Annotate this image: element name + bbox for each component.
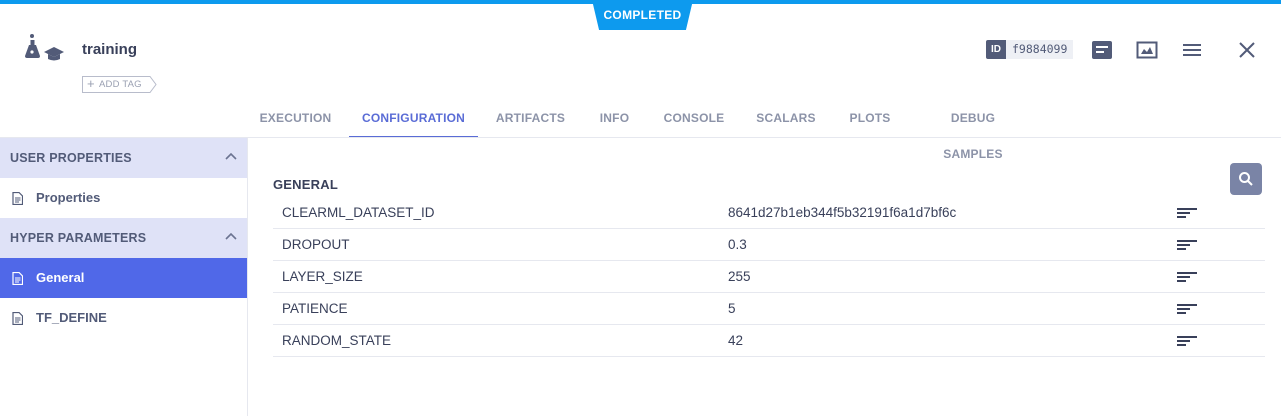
info-panel-icon[interactable] bbox=[1091, 40, 1113, 60]
tab-execution[interactable]: EXECUTION bbox=[248, 100, 343, 138]
chevron-up-icon[interactable] bbox=[225, 232, 237, 240]
section-heading: GENERAL bbox=[273, 177, 338, 192]
param-row: LAYER_SIZE 255 bbox=[273, 261, 1265, 293]
document-icon bbox=[12, 192, 23, 205]
search-button[interactable] bbox=[1230, 163, 1262, 195]
status-badge: COMPLETED bbox=[592, 0, 693, 30]
param-name: CLEARML_DATASET_ID bbox=[282, 205, 435, 220]
param-row: CLEARML_DATASET_ID 8641d27b1eb344f5b3219… bbox=[273, 197, 1265, 229]
param-name: LAYER_SIZE bbox=[282, 269, 363, 284]
search-icon bbox=[1239, 172, 1253, 186]
experiment-flask-icon bbox=[25, 34, 64, 61]
tab-scalars[interactable]: SCALARS bbox=[754, 100, 818, 138]
tab-info[interactable]: INFO bbox=[592, 100, 637, 138]
section-title: USER PROPERTIES bbox=[10, 151, 132, 165]
tab-artifacts[interactable]: ARTIFACTS bbox=[488, 100, 573, 138]
section-hyper-parameters[interactable]: HYPER PARAMETERS bbox=[0, 218, 247, 258]
document-icon bbox=[12, 312, 23, 325]
id-value: f9884099 bbox=[1006, 40, 1074, 59]
menu-icon[interactable] bbox=[1181, 40, 1203, 60]
sidebar-item-properties[interactable]: Properties bbox=[0, 178, 247, 218]
close-icon[interactable] bbox=[1236, 40, 1258, 60]
param-row: DROPOUT 0.3 bbox=[273, 229, 1265, 261]
plus-icon: + bbox=[87, 76, 95, 91]
section-title: HYPER PARAMETERS bbox=[10, 231, 147, 245]
description-icon[interactable] bbox=[1176, 271, 1198, 283]
tab-configuration[interactable]: CONFIGURATION bbox=[349, 100, 478, 138]
tab-debug-samples[interactable]: DEBUG SAMPLES bbox=[923, 100, 1023, 161]
sidebar-item-label: TF_DEFINE bbox=[36, 310, 107, 325]
chevron-up-icon[interactable] bbox=[225, 152, 237, 160]
image-chart-icon[interactable] bbox=[1136, 40, 1158, 60]
add-tag-label: ADD TAG bbox=[99, 79, 142, 90]
section-user-properties[interactable]: USER PROPERTIES bbox=[0, 138, 247, 178]
param-value: 8641d27b1eb344f5b32191f6a1d7bf6c bbox=[728, 205, 957, 220]
description-icon[interactable] bbox=[1176, 239, 1198, 251]
param-name: RANDOM_STATE bbox=[282, 333, 392, 348]
param-value: 255 bbox=[728, 269, 751, 284]
task-id[interactable]: ID f9884099 bbox=[986, 40, 1074, 59]
description-icon[interactable] bbox=[1176, 335, 1198, 347]
param-value: 5 bbox=[728, 301, 736, 316]
tab-plots[interactable]: PLOTS bbox=[845, 100, 895, 138]
param-name: DROPOUT bbox=[282, 237, 350, 252]
sidebar-item-label: Properties bbox=[36, 190, 101, 205]
param-name: PATIENCE bbox=[282, 301, 348, 316]
params-table: CLEARML_DATASET_ID 8641d27b1eb344f5b3219… bbox=[273, 197, 1265, 357]
description-icon[interactable] bbox=[1176, 303, 1198, 315]
tab-console[interactable]: CONSOLE bbox=[659, 100, 729, 138]
param-value: 42 bbox=[728, 333, 744, 348]
param-row: RANDOM_STATE 42 bbox=[273, 325, 1265, 357]
param-value: 0.3 bbox=[728, 237, 747, 252]
add-tag-button[interactable]: + ADD TAG bbox=[82, 76, 157, 93]
sidebar-item-general[interactable]: General bbox=[0, 258, 247, 298]
id-badge: ID bbox=[986, 40, 1006, 59]
sidebar-item-label: General bbox=[36, 270, 85, 285]
description-icon[interactable] bbox=[1176, 207, 1198, 219]
param-row: PATIENCE 5 bbox=[273, 293, 1265, 325]
task-title: training bbox=[82, 41, 137, 58]
document-icon bbox=[12, 272, 23, 285]
config-sidebar: USER PROPERTIES Properties HYPER PARAMET… bbox=[0, 138, 248, 416]
sidebar-item-tf-define[interactable]: TF_DEFINE bbox=[0, 298, 247, 338]
